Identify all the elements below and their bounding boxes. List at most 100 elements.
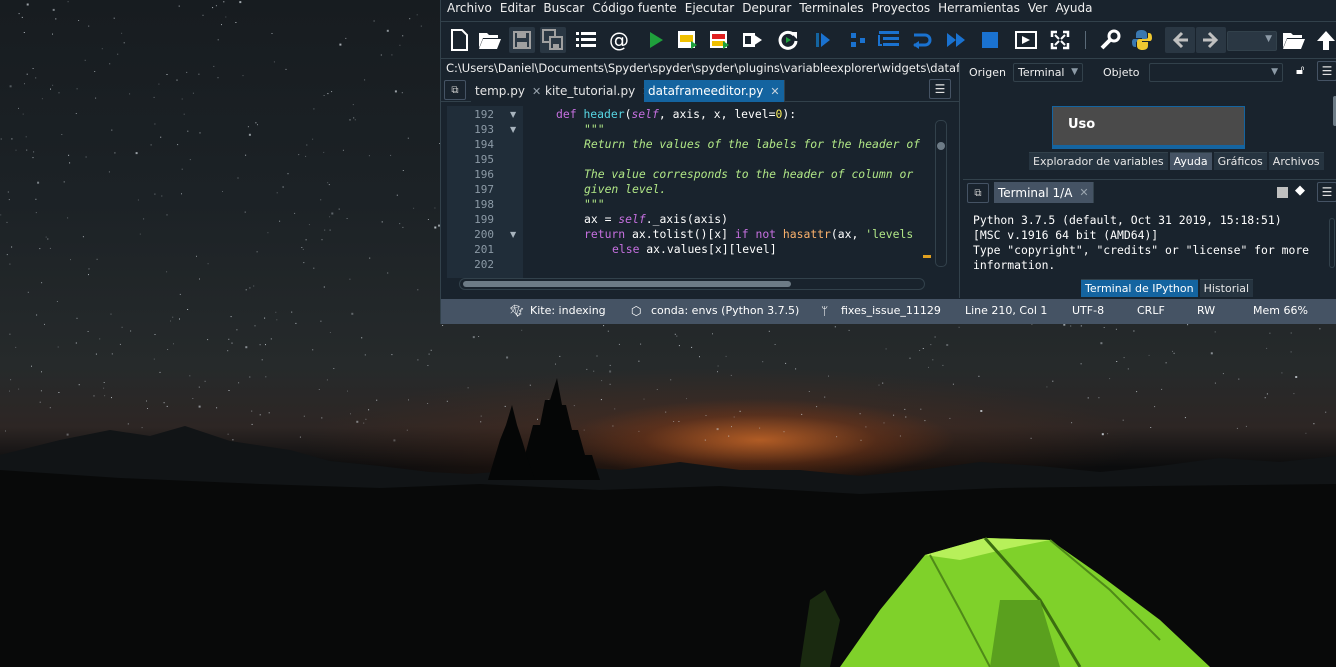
star	[609, 370, 612, 373]
git-branch-status[interactable]: fixes_issue_11129	[841, 304, 941, 317]
editor-tab-dataframeeditor[interactable]: dataframeeditor.py ✕	[644, 80, 785, 102]
menu-buscar[interactable]: Buscar	[543, 1, 584, 15]
code-editor[interactable]: 192 ▼ 193 ▼ 194 195 196 197 198 199 200 ▼ 201 202 def…	[441, 103, 959, 296]
run-cell-advance-icon[interactable]	[706, 27, 732, 53]
star	[223, 1, 225, 3]
menu-ayuda[interactable]: Ayuda	[1055, 1, 1092, 15]
menu-editar[interactable]: Editar	[500, 1, 536, 15]
console-tab[interactable]: Terminal 1/A ✕	[994, 182, 1094, 203]
debug-step-icon[interactable]	[845, 27, 871, 53]
save-icon[interactable]	[509, 27, 535, 53]
tab-files[interactable]: Archivos	[1268, 152, 1324, 170]
new-file-icon[interactable]	[446, 27, 472, 53]
close-icon[interactable]: ✕	[1079, 186, 1088, 199]
star	[1136, 391, 1138, 393]
line-endings: CRLF	[1137, 304, 1165, 317]
menu-archivo[interactable]: Archivo	[447, 1, 492, 15]
outline-icon[interactable]	[573, 27, 599, 53]
tab-variable-explorer[interactable]: Explorador de variables	[1029, 152, 1168, 170]
star	[1063, 323, 1066, 326]
eraser-icon[interactable]: ◆	[1295, 183, 1305, 198]
star	[170, 320, 171, 322]
rerun-icon[interactable]	[775, 27, 801, 53]
stop-kernel-icon[interactable]	[1277, 187, 1288, 198]
browse-dir-icon[interactable]	[1281, 27, 1307, 53]
tab-history[interactable]: Historial	[1199, 279, 1254, 297]
menu-herramientas[interactable]: Herramientas	[938, 1, 1020, 15]
help-options-button[interactable]: ☰	[1317, 61, 1336, 81]
scroll-thumb[interactable]	[937, 142, 945, 150]
tab-ipython-console[interactable]: Terminal de IPython	[1081, 279, 1198, 297]
scroll-thumb[interactable]	[463, 281, 791, 287]
menu-terminales[interactable]: Terminales	[799, 1, 863, 15]
console-scrollbar[interactable]	[1329, 218, 1335, 268]
menu-depurar[interactable]: Depurar	[742, 1, 791, 15]
browse-tabs-button[interactable]: ⧉	[967, 183, 989, 203]
star	[259, 344, 261, 346]
working-directory-combo[interactable]: ▼	[1227, 31, 1277, 51]
back-icon[interactable]	[1165, 27, 1195, 53]
forward-icon[interactable]	[1196, 27, 1226, 53]
star	[271, 33, 273, 34]
open-file-icon[interactable]	[477, 27, 503, 53]
star	[212, 7, 214, 9]
code-line: """	[584, 197, 605, 211]
tools-icon[interactable]	[1097, 27, 1123, 53]
star	[213, 65, 215, 67]
editor-tab-temp[interactable]: temp.py ✕	[471, 80, 547, 102]
debug-icon[interactable]	[810, 27, 836, 53]
kite-status[interactable]: Kite: indexing	[530, 304, 606, 317]
console-options-button[interactable]: ☰	[1317, 182, 1336, 202]
debug-step-into-icon[interactable]	[876, 27, 902, 53]
editor-horizontal-scrollbar[interactable]	[459, 278, 925, 290]
editor-vertical-scrollbar[interactable]	[935, 120, 947, 267]
object-combo[interactable]: ▼	[1149, 63, 1283, 82]
star	[9, 333, 11, 335]
editor-tab-kite-tutorial[interactable]: kite_tutorial.py ✕	[541, 80, 657, 102]
star	[254, 325, 256, 327]
debug-continue-icon[interactable]	[943, 27, 969, 53]
lock-icon[interactable]: 🔓︎	[1296, 63, 1304, 78]
at-icon[interactable]: @	[606, 27, 632, 53]
close-icon[interactable]: ✕	[532, 85, 541, 98]
menu-proyectos[interactable]: Proyectos	[872, 1, 930, 15]
browse-tabs-button[interactable]: ⧉	[444, 80, 466, 100]
conda-env-status[interactable]: conda: envs (Python 3.7.5)	[651, 304, 799, 317]
fullscreen-icon[interactable]	[1047, 27, 1073, 53]
star	[883, 422, 885, 424]
parent-dir-icon[interactable]	[1313, 27, 1336, 53]
fold-toggle-icon[interactable]: ▼	[510, 110, 516, 119]
close-icon[interactable]: ✕	[770, 85, 779, 98]
star	[166, 74, 168, 75]
fold-toggle-icon[interactable]: ▼	[510, 230, 516, 239]
stop-icon[interactable]	[977, 27, 1003, 53]
star	[1313, 423, 1315, 425]
star	[161, 195, 163, 197]
star	[1100, 342, 1103, 345]
menu-ejecutar[interactable]: Ejecutar	[685, 1, 735, 15]
save-all-icon[interactable]	[540, 27, 566, 53]
tab-plots[interactable]: Gráficos	[1213, 152, 1267, 170]
star	[279, 220, 281, 222]
debug-step-return-icon[interactable]	[910, 27, 936, 53]
star	[33, 151, 35, 153]
console-output[interactable]: Python 3.7.5 (default, Oct 31 2019, 15:1…	[973, 213, 1328, 273]
star	[678, 421, 680, 422]
fold-toggle-icon[interactable]: ▼	[510, 125, 516, 134]
run-cell-icon[interactable]	[674, 27, 700, 53]
star	[1101, 433, 1104, 436]
star	[202, 14, 204, 16]
star	[381, 221, 383, 223]
run-icon[interactable]	[643, 27, 669, 53]
star	[446, 400, 448, 402]
star	[139, 233, 141, 235]
source-combo[interactable]: Terminal ▼	[1013, 63, 1083, 82]
menu-ver[interactable]: Ver	[1028, 1, 1048, 15]
tab-help[interactable]: Ayuda	[1169, 152, 1212, 170]
editor-options-button[interactable]: ☰	[929, 79, 951, 99]
run-selection-icon[interactable]	[739, 27, 765, 53]
python-path-icon[interactable]	[1129, 27, 1155, 53]
maximize-pane-icon[interactable]	[1013, 27, 1039, 53]
star	[717, 365, 719, 367]
menu-codigo-fuente[interactable]: Código fuente	[592, 1, 676, 15]
